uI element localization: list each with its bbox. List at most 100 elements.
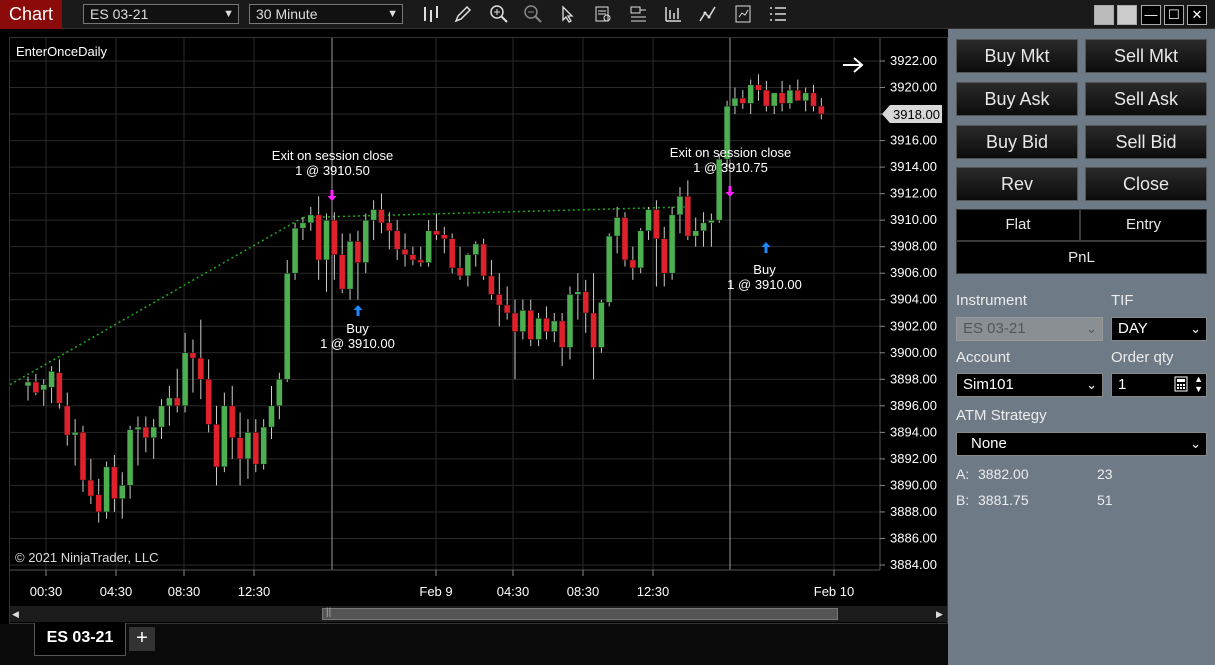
price-tick-label: 3906.00 bbox=[890, 265, 937, 280]
exit-annotation-1: Exit on session close 1 @ 3910.50 bbox=[260, 148, 405, 178]
color-button[interactable] bbox=[1117, 5, 1137, 25]
instrument-selector[interactable]: ES 03-21 ▼ bbox=[83, 4, 239, 24]
atm-strategy-label: ATM Strategy bbox=[956, 407, 1047, 424]
candle-body bbox=[496, 294, 503, 306]
add-tab-button[interactable]: + bbox=[129, 627, 155, 651]
instrument-selector-value: ES 03-21 bbox=[90, 6, 149, 22]
buy-annotation-2-detail: 1 @ 3910.00 bbox=[727, 277, 802, 292]
candle-body bbox=[598, 302, 605, 348]
properties-icon[interactable] bbox=[767, 4, 789, 26]
draw-pencil-icon[interactable] bbox=[452, 4, 474, 26]
ask-label: A: bbox=[956, 466, 970, 482]
candle-body bbox=[708, 219, 715, 224]
chevron-down-icon: ▼ bbox=[387, 8, 398, 20]
candle-body bbox=[134, 426, 142, 430]
price-chart[interactable]: 3922.00 3920.00 3916.00 3914.00 3912.00 3910.… bbox=[10, 38, 947, 623]
time-tick-label: 08:30 bbox=[567, 584, 600, 599]
time-tick-label: 04:30 bbox=[497, 584, 530, 599]
strategies-icon[interactable] bbox=[732, 4, 754, 26]
candle-body bbox=[197, 357, 205, 380]
zoom-out-icon[interactable] bbox=[522, 4, 544, 26]
tif-select-value: DAY bbox=[1118, 320, 1148, 337]
account-select[interactable]: Sim101 ⌄ bbox=[956, 373, 1103, 397]
close-button[interactable]: ✕ bbox=[1187, 5, 1207, 25]
candle-body bbox=[637, 230, 644, 269]
calculator-icon[interactable] bbox=[1174, 376, 1188, 399]
chart-panel[interactable]: 3922.00 3920.00 3916.00 3914.00 3912.00 3910.… bbox=[9, 37, 948, 624]
zoom-in-icon[interactable] bbox=[488, 4, 510, 26]
price-tick-label: 3922.00 bbox=[890, 53, 937, 68]
candle-body bbox=[119, 485, 126, 499]
candle-body bbox=[189, 352, 197, 359]
tab-es-03-21[interactable]: ES 03-21 bbox=[34, 623, 126, 656]
exit-annotation-2-title: Exit on session close bbox=[669, 145, 792, 160]
entry-price-cell: Entry bbox=[1080, 209, 1207, 241]
candle-body bbox=[480, 243, 487, 277]
exit-arrow-icon bbox=[327, 190, 337, 201]
order-qty-value: 1 bbox=[1118, 376, 1127, 393]
buy-annotation-1-detail: 1 @ 3910.00 bbox=[320, 336, 395, 351]
price-tick-label: 3886.00 bbox=[890, 530, 937, 545]
candle-body bbox=[802, 92, 809, 102]
candle-body bbox=[252, 432, 260, 465]
bars-type-icon[interactable] bbox=[420, 4, 442, 26]
buy-mkt-button[interactable]: Buy Mkt bbox=[956, 39, 1078, 73]
candle-body bbox=[543, 318, 550, 332]
minimize-button[interactable]: — bbox=[1141, 5, 1161, 25]
horizontal-scrollbar[interactable]: ◀ || ▶ bbox=[10, 606, 947, 622]
bar-chart-icon[interactable] bbox=[662, 4, 684, 26]
qty-spinner-icon[interactable]: ▲ ▼ bbox=[1194, 374, 1203, 394]
instrument-label: Instrument bbox=[956, 292, 1027, 309]
candle-body bbox=[32, 381, 40, 393]
sell-ask-button[interactable]: Sell Ask bbox=[1085, 82, 1207, 116]
interval-selector[interactable]: 30 Minute ▼ bbox=[249, 4, 403, 24]
ask-size: 23 bbox=[1097, 466, 1113, 482]
data-box-icon[interactable] bbox=[592, 4, 614, 26]
candle-body bbox=[268, 405, 275, 428]
candle-body bbox=[503, 304, 511, 314]
templates-icon[interactable] bbox=[627, 4, 649, 26]
close-position-button[interactable]: Close bbox=[1085, 167, 1207, 201]
time-tick-label: 00:30 bbox=[30, 584, 63, 599]
link-button[interactable] bbox=[1094, 5, 1114, 25]
maximize-button[interactable]: ☐ bbox=[1164, 5, 1184, 25]
account-select-value: Sim101 bbox=[963, 376, 1014, 393]
line-draw-icon[interactable] bbox=[697, 4, 719, 26]
sell-mkt-button[interactable]: Sell Mkt bbox=[1085, 39, 1207, 73]
candle-body bbox=[260, 426, 267, 465]
buy-ask-button[interactable]: Buy Ask bbox=[956, 82, 1078, 116]
candle-body bbox=[56, 372, 63, 404]
candle-body bbox=[338, 254, 346, 290]
cursor-icon[interactable] bbox=[556, 4, 578, 26]
time-tick-label: 12:30 bbox=[238, 584, 271, 599]
order-qty-field[interactable]: 1 ▲ ▼ bbox=[1111, 373, 1207, 397]
candle-body bbox=[684, 196, 692, 237]
candle-body bbox=[228, 405, 236, 438]
candle-body bbox=[582, 291, 589, 314]
candle-body bbox=[150, 426, 157, 438]
chevron-down-icon: ▼ bbox=[223, 8, 234, 20]
bid-size: 51 bbox=[1097, 492, 1113, 508]
chevron-down-icon: ⌄ bbox=[1190, 321, 1201, 336]
candle-body bbox=[307, 214, 315, 224]
tif-select[interactable]: DAY ⌄ bbox=[1111, 317, 1207, 341]
buy-bid-button[interactable]: Buy Bid bbox=[956, 125, 1078, 159]
price-tick-label: 3884.00 bbox=[890, 557, 937, 572]
scrollbar-thumb[interactable]: || bbox=[322, 607, 838, 620]
candle-body bbox=[111, 466, 118, 499]
sell-bid-button[interactable]: Sell Bid bbox=[1085, 125, 1207, 159]
chevron-down-icon: ⌄ bbox=[1086, 321, 1097, 336]
scroll-to-end-arrow-icon[interactable] bbox=[841, 55, 865, 75]
trade-line bbox=[10, 216, 304, 386]
candle-body bbox=[79, 432, 87, 481]
reverse-button[interactable]: Rev bbox=[956, 167, 1078, 201]
instrument-select-value: ES 03-21 bbox=[963, 320, 1026, 337]
atm-strategy-select[interactable]: None ⌄ bbox=[956, 432, 1207, 456]
price-tick-label: 3896.00 bbox=[890, 398, 937, 413]
candle-body bbox=[236, 437, 244, 460]
candle-body bbox=[590, 312, 597, 348]
candle-body bbox=[276, 379, 283, 407]
scroll-left-icon[interactable]: ◀ bbox=[12, 609, 19, 620]
buy-annotation-1: Buy 1 @ 3910.00 bbox=[300, 321, 415, 351]
scroll-right-icon[interactable]: ▶ bbox=[936, 609, 943, 620]
